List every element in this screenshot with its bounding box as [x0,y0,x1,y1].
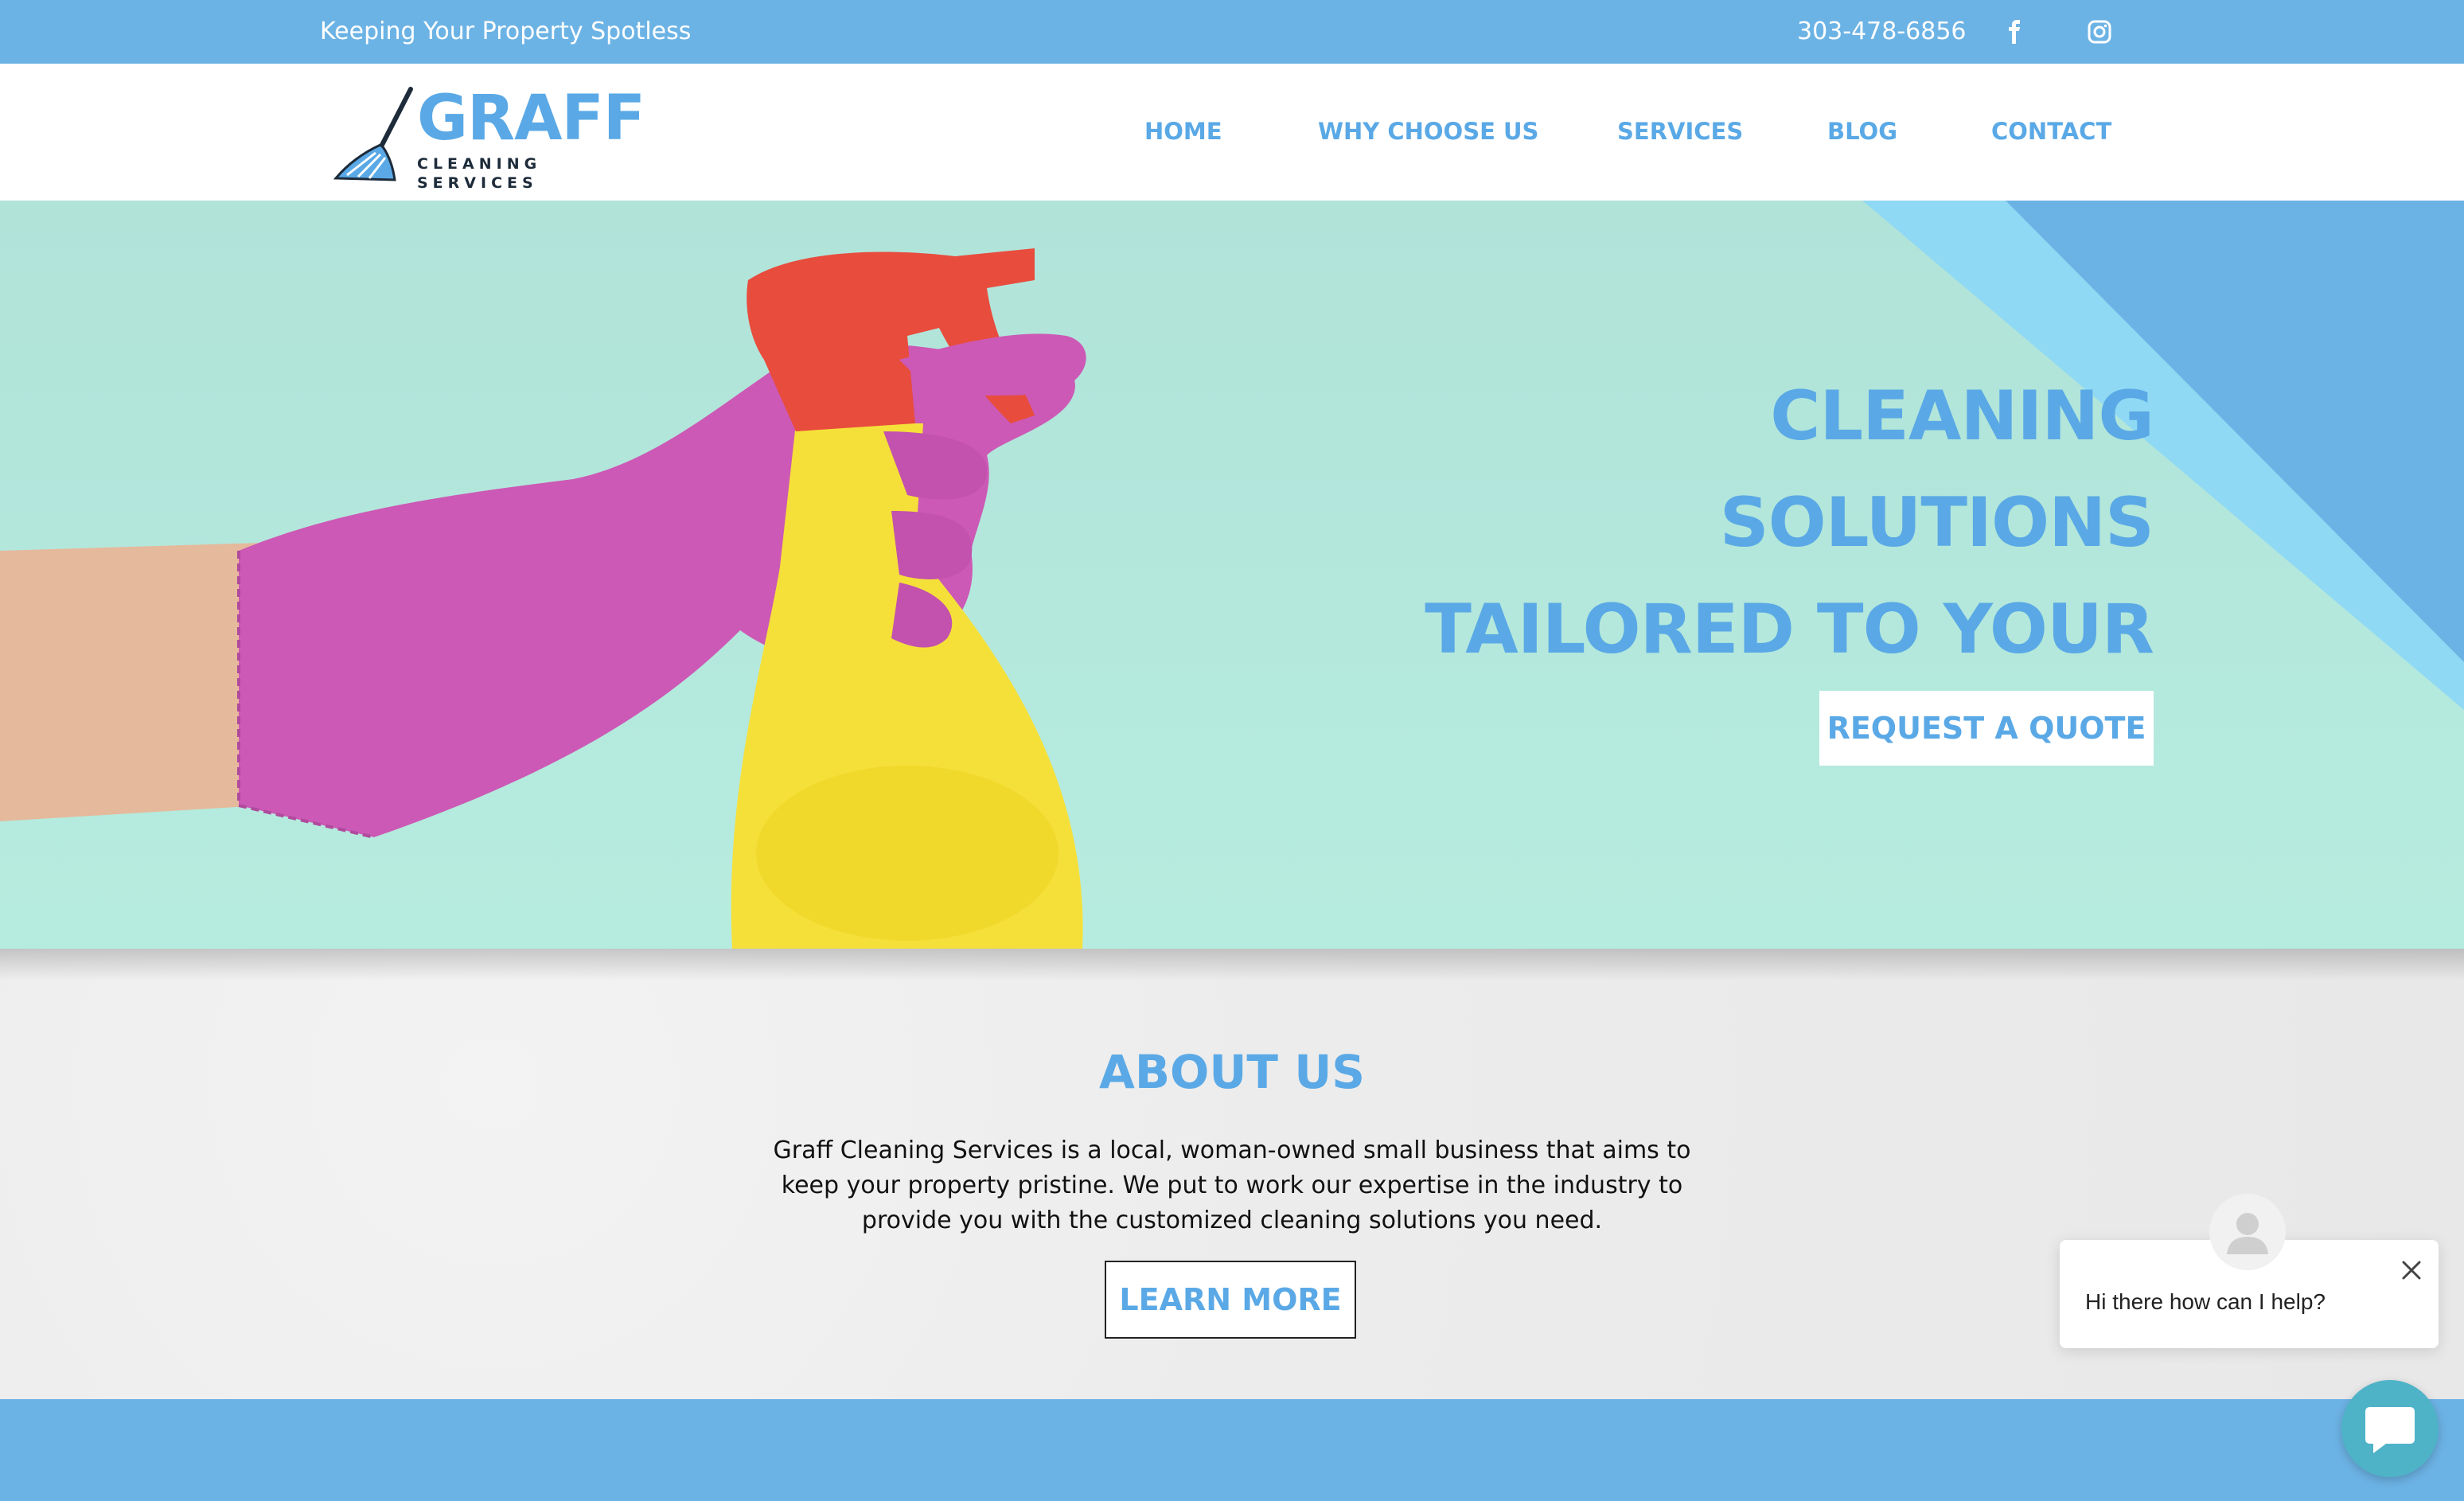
site-logo[interactable]: GRAFF CLEANING SERVICES [331,81,657,192]
nav-services[interactable]: SERVICES [1617,111,1743,151]
broom-icon [333,87,413,181]
hero-title-line: TAILORED TO YOUR [1425,590,2154,669]
learn-more-button[interactable]: LEARN MORE [1105,1261,1356,1339]
hero-title-line: CLEANING SOLUTIONS [1719,376,2154,563]
section-shadow [0,949,2464,981]
nav-home[interactable]: HOME [1144,111,1222,151]
about-title: ABOUT US [1098,1045,1366,1099]
phone-number[interactable]: 303-478-6856 [1797,16,1967,48]
request-quote-button[interactable]: REQUEST A QUOTE [1819,691,2154,766]
top-bar: Keeping Your Property Spotless 303-478-6… [0,0,2464,64]
hero-banner: CLEANING SOLUTIONS TAILORED TO YOUR NEED… [0,201,2464,949]
tagline: Keeping Your Property Spotless [320,18,692,45]
nav-why-choose-us[interactable]: WHY CHOOSE US [1318,111,1538,151]
chat-bubble-icon [2365,1407,2415,1453]
close-icon[interactable] [2396,1254,2427,1286]
facebook-icon[interactable] [2002,19,2028,45]
nav-contact[interactable]: CONTACT [1991,111,2111,151]
chat-greeting-popup[interactable]: Hi there how can I help? [2060,1194,2439,1348]
logo-subtitle: CLEANING SERVICES [417,155,542,192]
user-avatar-icon [2227,1213,2268,1254]
chat-message: Hi there how can I help? [2085,1289,2326,1314]
chat-launcher-button[interactable] [2341,1380,2439,1477]
instagram-icon[interactable] [2087,19,2112,45]
nav-blog[interactable]: BLOG [1827,111,1897,151]
logo-title: GRAFF [417,83,645,154]
about-description: Graff Cleaning Services is a local, woma… [773,1136,1691,1234]
chat-agent-avatar [2209,1194,2286,1270]
site-header: GRAFF CLEANING SERVICES HOME WHY CHOOSE … [0,64,2464,201]
footer-strip [0,1399,2464,1501]
